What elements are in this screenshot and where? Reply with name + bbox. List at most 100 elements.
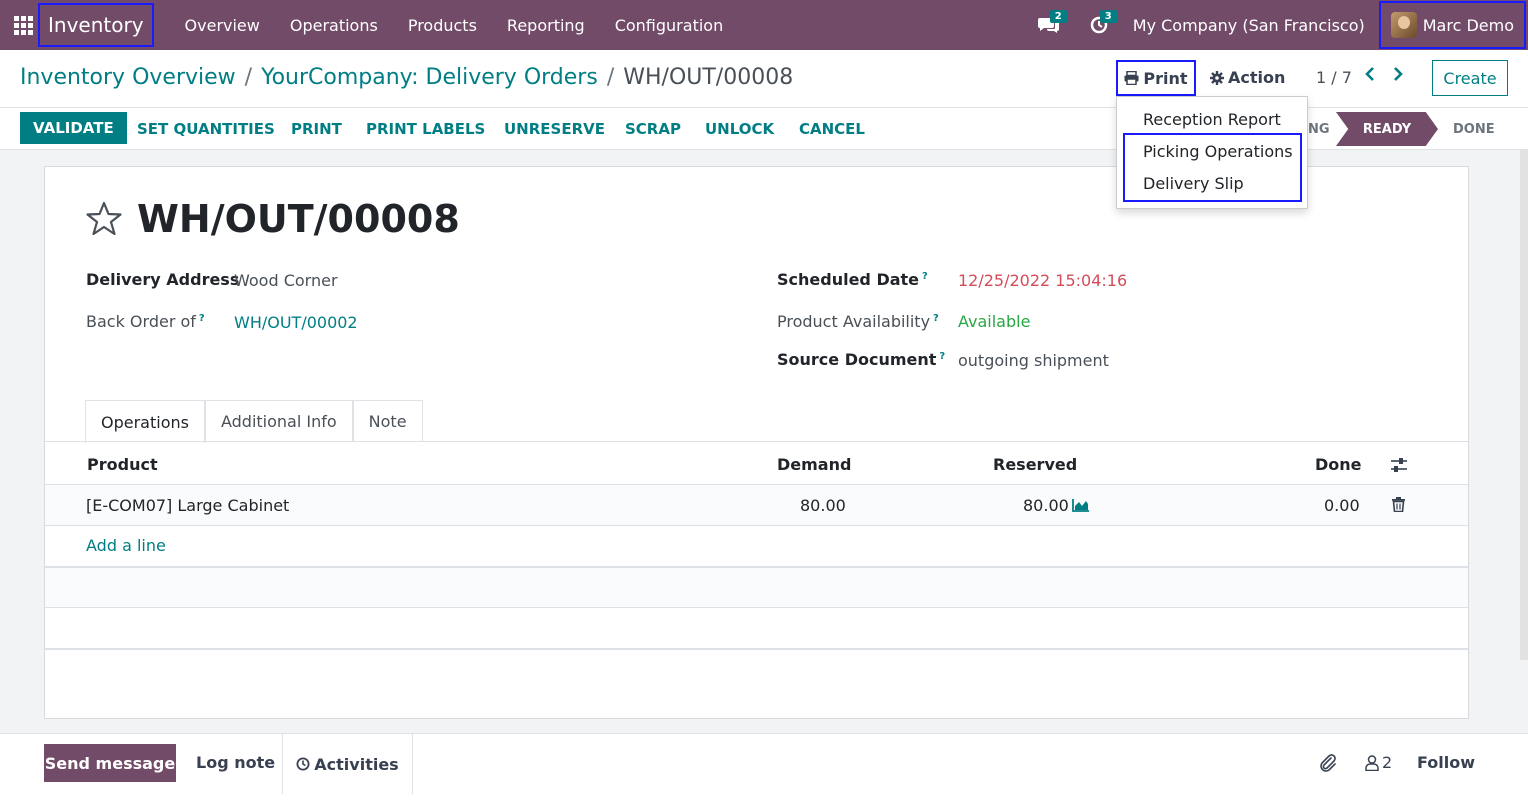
validate-button[interactable]: VALIDATE — [20, 112, 127, 144]
column-header-reserved[interactable]: Reserved — [993, 455, 1077, 474]
systray: 2 3 My Company (San Francisco) Marc Demo — [1029, 0, 1528, 50]
menu-products[interactable]: Products — [393, 16, 492, 35]
chevron-left-icon — [1365, 67, 1374, 81]
stage-ready[interactable]: READY — [1336, 112, 1438, 146]
highlight-box — [1123, 133, 1302, 202]
attachment-button[interactable] — [1318, 753, 1338, 773]
tab-note[interactable]: Note — [352, 400, 423, 442]
print-status-button[interactable]: PRINT — [291, 120, 342, 138]
product-availability-label: Product Availability? — [777, 312, 939, 331]
back-order-label-text: Back Order of — [86, 312, 196, 331]
user-name: Marc Demo — [1422, 15, 1514, 35]
print-dropdown-menu: Reception Report Picking Operations Deli… — [1116, 96, 1308, 209]
action-label: Action — [1228, 68, 1286, 87]
main-menu: Overview Operations Products Reporting C… — [170, 16, 739, 35]
star-icon[interactable] — [85, 201, 123, 237]
source-document-label: Source Document? — [777, 350, 945, 369]
stage-waiting[interactable]: NG — [1308, 112, 1330, 146]
source-document-value[interactable]: outgoing shipment — [958, 351, 1109, 370]
tab-operations[interactable]: Operations — [85, 400, 205, 443]
source-document-label-text: Source Document — [777, 350, 937, 369]
set-quantities-button[interactable]: SET QUANTITIES — [137, 120, 275, 138]
divider — [45, 525, 1468, 526]
scheduled-date-label-text: Scheduled Date — [777, 270, 920, 289]
notebook-tabs: Operations Additional Info Note — [85, 400, 423, 443]
log-note-button[interactable]: Log note — [196, 753, 275, 772]
menu-item-reception-report[interactable]: Reception Report — [1143, 110, 1281, 129]
breadcrumb: Inventory Overview / YourCompany: Delive… — [20, 65, 793, 90]
avatar — [1390, 12, 1417, 38]
row-done: 0.00 — [1324, 496, 1360, 515]
pager-next-button[interactable] — [1392, 66, 1404, 87]
column-header-demand[interactable]: Demand — [777, 455, 851, 474]
followers-count: 2 — [1382, 753, 1393, 772]
menu-reporting[interactable]: Reporting — [492, 16, 600, 35]
user-icon — [1365, 754, 1379, 771]
print-icon — [1124, 71, 1139, 85]
activity-menu[interactable]: 3 — [1079, 0, 1119, 50]
send-message-button[interactable]: Send message — [44, 744, 176, 782]
delivery-address-label: Delivery Address — [86, 270, 240, 289]
paperclip-icon — [1320, 754, 1336, 772]
scrollbar[interactable] — [1520, 150, 1528, 660]
stage-done[interactable]: DONE — [1453, 112, 1495, 146]
product-availability-value: Available — [958, 312, 1031, 331]
app-brand[interactable]: Inventory — [38, 3, 154, 47]
tab-additional-info[interactable]: Additional Info — [204, 400, 353, 442]
chatter: Send message Log note Activities 2 Follo… — [0, 733, 1528, 800]
apps-grid-icon — [13, 15, 33, 35]
help-icon[interactable]: ? — [922, 271, 928, 282]
messaging-menu[interactable]: 2 — [1029, 0, 1069, 50]
back-order-label: Back Order of? — [86, 312, 205, 331]
row-demand: 80.00 — [800, 496, 846, 515]
help-icon[interactable]: ? — [939, 351, 945, 362]
record-title: WH/OUT/00008 — [137, 197, 460, 241]
top-navbar: Inventory Overview Operations Products R… — [0, 0, 1528, 50]
trash-icon[interactable] — [1392, 497, 1405, 512]
follow-button[interactable]: Follow — [1417, 753, 1475, 772]
back-order-link[interactable]: WH/OUT/00002 — [234, 313, 358, 332]
action-button[interactable]: Action — [1210, 68, 1285, 87]
delivery-address-value[interactable]: Wood Corner — [234, 271, 338, 290]
divider — [45, 607, 1468, 608]
product-availability-label-text: Product Availability — [777, 312, 931, 331]
pager-previous-button[interactable] — [1364, 66, 1376, 87]
optional-columns-icon[interactable] — [1390, 457, 1408, 473]
scrap-button[interactable]: SCRAP — [625, 120, 681, 138]
pager-value[interactable]: 1 / 7 — [1316, 68, 1352, 87]
activities-label: Activities — [314, 754, 399, 774]
create-button[interactable]: Create — [1432, 60, 1508, 96]
scheduled-date-value[interactable]: 12/25/2022 15:04:16 — [958, 271, 1127, 290]
help-icon[interactable]: ? — [199, 313, 205, 324]
column-header-product[interactable]: Product — [87, 455, 158, 474]
print-label: Print — [1143, 68, 1188, 88]
followers-button[interactable]: 2 — [1365, 753, 1392, 772]
print-labels-button[interactable]: PRINT LABELS — [366, 120, 485, 138]
breadcrumb-inventory-overview[interactable]: Inventory Overview — [20, 65, 236, 90]
menu-overview[interactable]: Overview — [170, 16, 275, 35]
help-icon[interactable]: ? — [933, 313, 939, 324]
unreserve-button[interactable]: UNRESERVE — [504, 120, 605, 138]
divider — [45, 441, 1468, 442]
divider — [45, 648, 1468, 650]
activities-badge: 3 — [1099, 10, 1117, 23]
menu-operations[interactable]: Operations — [275, 16, 393, 35]
breadcrumb-delivery-orders[interactable]: YourCompany: Delivery Orders — [261, 65, 598, 90]
menu-configuration[interactable]: Configuration — [600, 16, 739, 35]
unlock-button[interactable]: UNLOCK — [705, 120, 774, 138]
breadcrumb-separator: / — [606, 65, 615, 90]
table-row[interactable]: [E-COM07] Large Cabinet 80.00 80.00 0.00 — [45, 485, 1468, 525]
activities-button[interactable]: Activities — [282, 734, 413, 794]
column-header-done[interactable]: Done — [1315, 455, 1362, 474]
user-menu[interactable]: Marc Demo — [1378, 1, 1526, 49]
company-switcher[interactable]: My Company (San Francisco) — [1119, 16, 1379, 35]
row-product: [E-COM07] Large Cabinet — [86, 496, 290, 515]
print-button[interactable]: Print — [1116, 60, 1196, 96]
clock-icon — [296, 757, 310, 771]
cancel-button[interactable]: CANCEL — [799, 120, 865, 138]
chevron-right-icon — [1394, 67, 1403, 81]
add-line-link[interactable]: Add a line — [86, 536, 166, 555]
form-sheet: WH/OUT/00008 Delivery Address Wood Corne… — [44, 166, 1469, 719]
apps-menu-button[interactable] — [0, 0, 36, 50]
forecast-chart-icon[interactable] — [1072, 498, 1090, 512]
